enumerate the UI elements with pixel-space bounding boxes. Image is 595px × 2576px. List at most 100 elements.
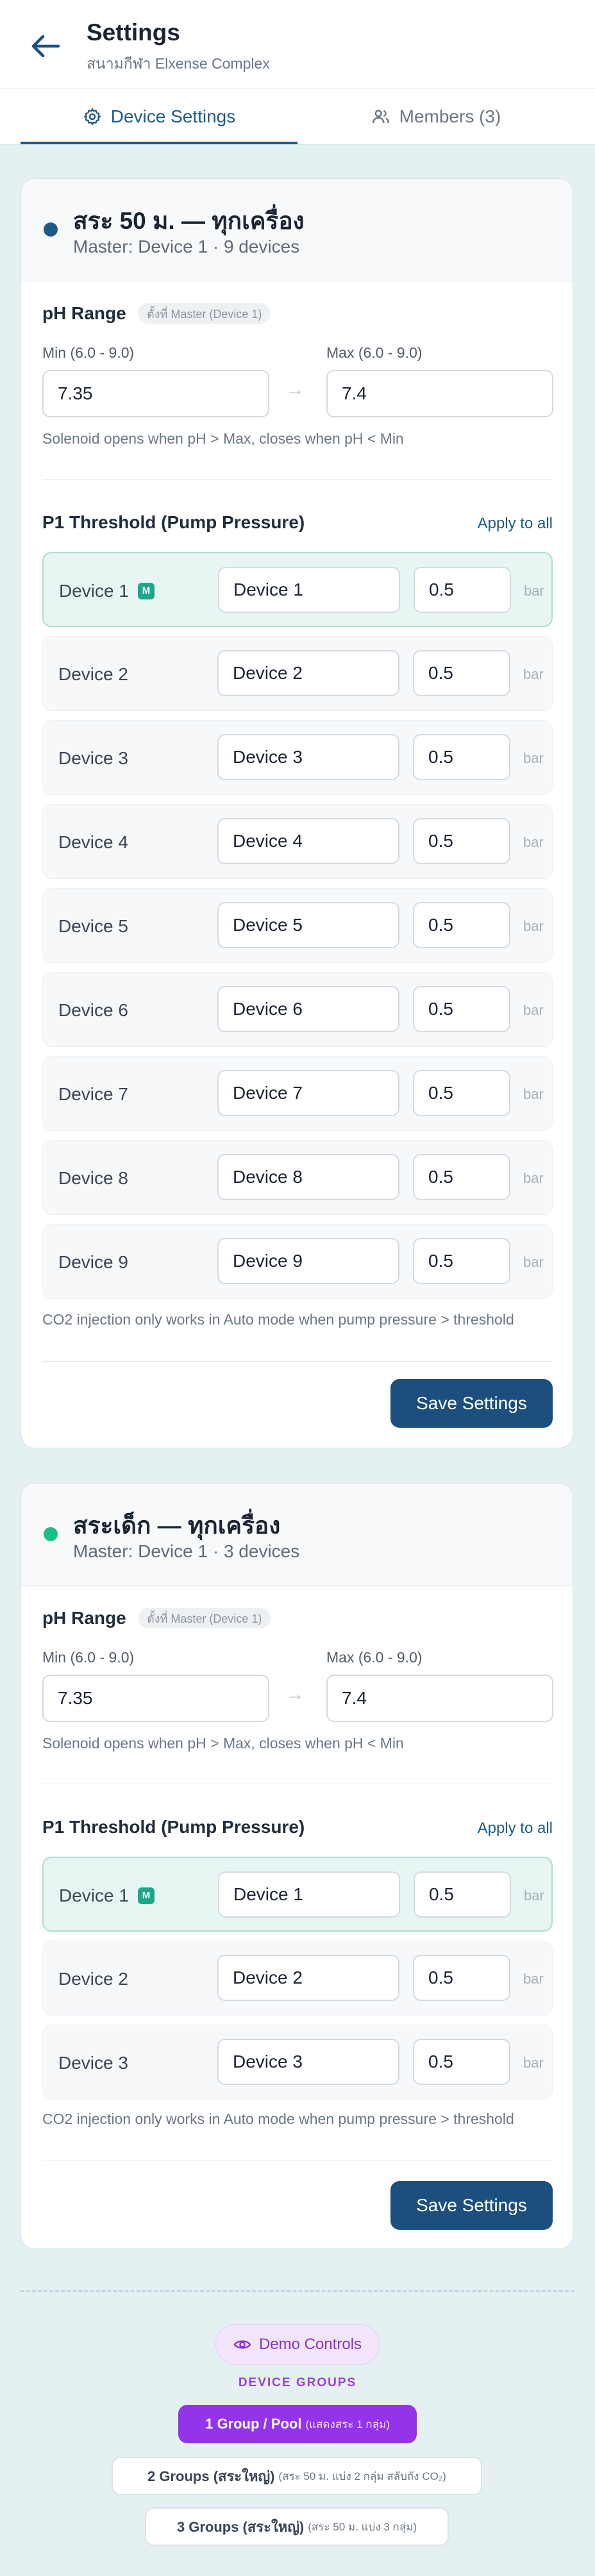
device-row: Device 2 Device 2 0.5 bar bbox=[42, 1941, 553, 2016]
threshold-input[interactable]: 0.5 bbox=[414, 1871, 511, 1918]
ph-hint: Solenoid opens when pH > Max, closes whe… bbox=[42, 1735, 404, 1752]
ph-range-label: pH Range bbox=[42, 303, 126, 323]
master-pill: ตั้งที่ Master (Device 1) bbox=[138, 1608, 271, 1628]
ph-max-input[interactable]: 7.4 bbox=[326, 1675, 553, 1722]
unit-label: bar bbox=[523, 1001, 544, 1018]
threshold-input[interactable]: 0.5 bbox=[414, 567, 511, 613]
device-name-input[interactable]: Device 2 bbox=[217, 650, 399, 696]
group-subtitle: Master: Device 1 · 3 devices bbox=[73, 1541, 300, 1561]
device-name-input[interactable]: Device 8 bbox=[217, 1154, 399, 1200]
tab-members[interactable]: Members (3) bbox=[298, 88, 574, 145]
group-option-2[interactable]: 2 Groups (สระใหญ่) (สระ 50 ม. แบ่ง 2 กลุ… bbox=[112, 2457, 482, 2495]
device-groups-heading: DEVICE GROUPS bbox=[238, 2376, 357, 2389]
ph-hint: Solenoid opens when pH > Max, closes whe… bbox=[42, 430, 404, 447]
device-name: Device 2 bbox=[58, 637, 128, 712]
threshold-input[interactable]: 0.5 bbox=[413, 734, 510, 780]
ph-min-input[interactable]: 7.35 bbox=[42, 370, 269, 417]
device-name-input[interactable]: Device 9 bbox=[217, 1238, 399, 1284]
arrow-right-icon: → bbox=[285, 379, 305, 400]
device-label: Device 6 bbox=[58, 999, 128, 1020]
device-name: Device 7 bbox=[58, 1057, 128, 1132]
device-name: Device 8 bbox=[58, 1141, 128, 1216]
device-name-input[interactable]: Device 3 bbox=[217, 734, 399, 780]
device-label: Device 4 bbox=[58, 832, 128, 852]
unit-label: bar bbox=[523, 1253, 544, 1270]
unit-label: bar bbox=[523, 749, 544, 766]
group-option-label: 3 Groups (สระใหญ่) bbox=[176, 2518, 305, 2535]
unit-label: bar bbox=[523, 665, 544, 682]
group-title: สระเด็ก — ทุกเครื่อง bbox=[73, 1512, 281, 1539]
device-name-input[interactable]: Device 2 bbox=[217, 1955, 399, 2001]
device-row: Device 3 Device 3 0.5 bar bbox=[42, 2025, 553, 2100]
threshold-input[interactable]: 0.5 bbox=[413, 902, 510, 948]
device-row: Device 9 Device 9 0.5 bar bbox=[42, 1224, 553, 1299]
tab-device-settings[interactable]: Device Settings bbox=[21, 88, 298, 145]
device-name: Device 2 bbox=[58, 1941, 128, 2016]
device-row: Device 1 M Device 1 0.5 bar bbox=[42, 1857, 553, 1932]
app-header: Settings สนามกีฬา Elxense Complex bbox=[0, 0, 595, 88]
apply-to-all-link[interactable]: Apply to all bbox=[478, 1819, 553, 1837]
gear-icon bbox=[83, 108, 101, 125]
threshold-input[interactable]: 0.5 bbox=[413, 1154, 510, 1200]
demo-controls-toggle[interactable]: Demo Controls bbox=[215, 2324, 380, 2365]
device-name-input[interactable]: Device 1 bbox=[218, 1871, 400, 1918]
apply-to-all-link[interactable]: Apply to all bbox=[478, 515, 553, 533]
threshold-input[interactable]: 0.5 bbox=[413, 1070, 510, 1116]
group-option-3[interactable]: 3 Groups (สระใหญ่) (สระ 50 ม. แบ่ง 3 กลุ… bbox=[145, 2507, 449, 2546]
card-header: สระ 50 ม. — ทุกเครื่อง Master: Device 1 … bbox=[21, 179, 573, 281]
device-label: Device 1 bbox=[59, 580, 129, 601]
group-title: สระ 50 ม. — ทุกเครื่อง bbox=[73, 208, 305, 234]
ph-min-label: Min (6.0 - 9.0) bbox=[42, 1649, 135, 1666]
device-label: Device 8 bbox=[58, 1167, 128, 1188]
group-option-note: (แสดงสระ 1 กลุ่ม) bbox=[305, 2418, 390, 2430]
save-settings-button[interactable]: Save Settings bbox=[390, 1379, 553, 1428]
device-row: Device 2 Device 2 0.5 bar bbox=[42, 636, 553, 711]
p1-threshold-label: P1 Threshold (Pump Pressure) bbox=[42, 1817, 305, 1837]
threshold-input[interactable]: 0.5 bbox=[413, 986, 510, 1032]
status-dot bbox=[44, 222, 58, 237]
device-name-input[interactable]: Device 3 bbox=[217, 2039, 399, 2085]
master-pill: ตั้งที่ Master (Device 1) bbox=[138, 303, 271, 324]
group-option-note: (สระ 50 ม. แบ่ง 2 กลุ่ม สลับถัง CO₂) bbox=[278, 2470, 446, 2482]
tab-members-label: Members (3) bbox=[399, 106, 501, 126]
unit-label: bar bbox=[523, 2054, 544, 2071]
threshold-input[interactable]: 0.5 bbox=[413, 2039, 510, 2085]
ph-min-input[interactable]: 7.35 bbox=[42, 1675, 269, 1722]
demo-divider bbox=[21, 2290, 574, 2292]
device-name-input[interactable]: Device 1 bbox=[218, 567, 400, 613]
device-name: Device 3 bbox=[58, 2025, 128, 2100]
device-name-input[interactable]: Device 6 bbox=[217, 986, 399, 1032]
device-label: Device 5 bbox=[58, 916, 128, 936]
back-button[interactable] bbox=[26, 27, 64, 65]
device-name: Device 1 M bbox=[59, 1858, 155, 1933]
group-option-label: 2 Groups (สระใหญ่) bbox=[147, 2468, 275, 2484]
device-row: Device 5 Device 5 0.5 bar bbox=[42, 888, 553, 963]
device-label: Device 2 bbox=[58, 664, 128, 684]
co2-hint: CO2 injection only works in Auto mode wh… bbox=[42, 2111, 514, 2127]
device-name-input[interactable]: Device 4 bbox=[217, 818, 399, 864]
device-name: Device 3 bbox=[58, 721, 128, 796]
master-badge: M bbox=[137, 1887, 155, 1904]
unit-label: bar bbox=[523, 1085, 544, 1102]
master-badge: M bbox=[137, 582, 155, 599]
threshold-input[interactable]: 0.5 bbox=[413, 1238, 510, 1284]
device-name-input[interactable]: Device 7 bbox=[217, 1070, 399, 1116]
group-option-1[interactable]: 1 Group / Pool (แสดงสระ 1 กลุ่ม) bbox=[178, 2405, 417, 2443]
threshold-input[interactable]: 0.5 bbox=[413, 650, 510, 696]
threshold-input[interactable]: 0.5 bbox=[413, 1955, 510, 2001]
unit-label: bar bbox=[524, 582, 544, 599]
threshold-input[interactable]: 0.5 bbox=[413, 818, 510, 864]
save-settings-button[interactable]: Save Settings bbox=[390, 2181, 553, 2230]
ph-min-label: Min (6.0 - 9.0) bbox=[42, 344, 135, 361]
device-row: Device 4 Device 4 0.5 bar bbox=[42, 804, 553, 879]
device-label: Device 3 bbox=[58, 748, 128, 768]
eye-icon bbox=[233, 2340, 251, 2349]
ph-max-input[interactable]: 7.4 bbox=[326, 370, 553, 417]
device-row: Device 8 Device 8 0.5 bar bbox=[42, 1140, 553, 1215]
device-label: Device 9 bbox=[58, 1251, 128, 1272]
card-header: สระเด็ก — ทุกเครื่อง Master: Device 1 · … bbox=[21, 1484, 573, 1586]
page-subtitle: สนามกีฬา Elxense Complex bbox=[87, 55, 270, 72]
device-name-input[interactable]: Device 5 bbox=[217, 902, 399, 948]
demo-controls-label: Demo Controls bbox=[258, 2336, 362, 2353]
group-subtitle: Master: Device 1 · 9 devices bbox=[73, 237, 300, 256]
